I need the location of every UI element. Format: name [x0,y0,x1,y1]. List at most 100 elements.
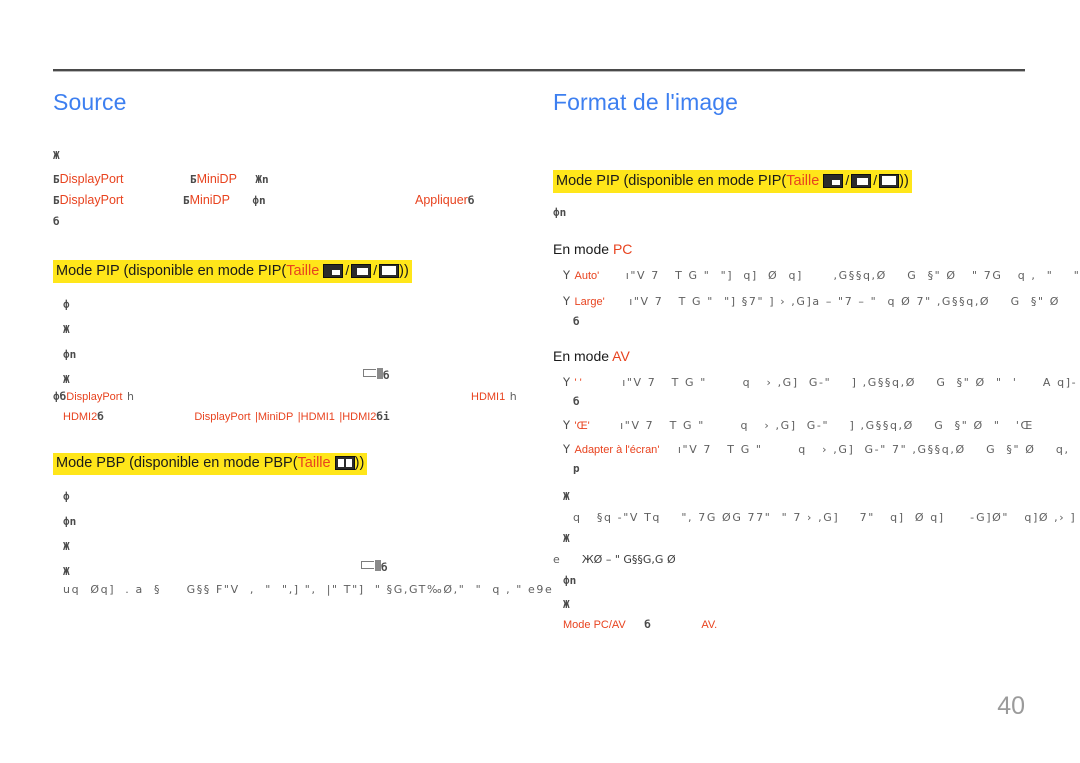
missing-glyph: р [573,462,580,475]
pbp-mode-heading: Mode PBP (disponible en mode PBP(Taille … [53,453,368,475]
pbp-size-icon [334,456,355,470]
mojibake-text: ı"V 7 T G " q › ,G] G-" ] ,G§§q,Ø G §" Ø… [620,419,1034,432]
separator: / [845,172,850,188]
missing-glyph: фn [63,515,77,528]
separator: / [373,262,378,278]
pip-loop-wrap: б [363,366,390,384]
mojibake-text: ı"V 7 T G " "] q] Ø q] ,G§§q,Ø G §" Ø " … [625,269,1080,282]
en-mode-av-heading: En mode AV [553,348,1053,364]
list-bullet: Y [563,294,571,308]
en-mode-pc-heading: En mode PC [553,241,1053,257]
pbp-mojibake-line: uq Øq] . a § G§§ F"V , " ",] ", |" T"] "… [53,580,552,598]
pc-mode-row-auto: Y Auto' ı"V 7 T G " "] q] Ø q] ,G§§q,Ø G… [553,266,1080,284]
list-bullet: Y [563,268,571,282]
pip-source-row: фбDisplayPort h HDMI1 h [53,387,523,405]
pip-bullet-3: фn [53,345,523,363]
term-displayport: DisplayPort [66,391,123,403]
mojibake-prefix: e [553,553,562,566]
page-title-format-image: Format de l'image [553,89,739,115]
av-row1-glyph: б [553,392,1053,410]
source-glyph-line-2: б [53,212,523,230]
mojibake-fragment: h [509,390,519,403]
separator: / [345,262,350,278]
av-row3-glyph: р [553,459,1053,477]
pbp-loop-wrap: б [361,558,388,576]
term-taille: Taille [286,263,320,279]
missing-glyph: Ж [563,532,570,545]
term-suffix: ' [597,270,600,282]
pbp-bullet-3: Ж [53,537,523,555]
mojibake-text: q §q -"V Tq ", 7G ØG 77" " 7 › ,G] 7" q]… [573,511,1077,524]
pip-mode-heading-wrap: Mode PIP (disponible en mode PIP(Taille … [53,260,523,283]
separator: / [873,172,878,188]
missing-glyph: Ж [563,490,570,503]
av-mode-row-1: Y ' ' ı"V 7 T G " q › ,G] G-" ] ,G§§q,Ø … [553,373,1076,391]
note-glyph-4: Ж [553,595,1053,613]
pip-size-medium-icon [851,174,872,188]
pip-bullet-4: Ж б [53,368,523,388]
right-pip-heading-wrap: Mode PIP (disponible en mode PIP(Taille … [553,170,1053,193]
term-av: AV. [701,619,718,631]
note-glyph-2: Ж [553,529,1053,547]
missing-glyph: б [97,410,104,423]
pip-bullet-1: ф [53,295,523,313]
term-mode-pc-av: Mode PC/AV [563,619,626,631]
missing-glyph: б [381,561,388,574]
manual-page: Source Ж БDisplayPort БMiniDP Жn БDispla… [0,0,1080,763]
mojibake-text: uq Øq] . a § G§§ F"V , " ",] ", |" T"] "… [63,583,554,596]
term-hdmi2: HDMI2 [63,411,98,423]
term-large: Large [574,296,603,308]
missing-glyph: б [383,369,390,382]
term-displayport: DisplayPort [59,172,124,186]
left-column: Source Ж БDisplayPort БMiniDP Жn БDispla… [53,88,552,598]
term-hdmi1: HDMI1 [300,411,335,423]
note-glyph-1: Ж [553,487,1053,505]
missing-glyph: фn [63,348,77,361]
missing-glyph: фб [53,390,67,403]
missing-glyph: б [467,194,475,207]
missing-glyph: Ж [63,565,70,578]
missing-glyph: Ж [563,598,570,611]
term-displayport: DisplayPort [59,193,124,207]
mojibake-text: ı"V 7 T G " q › ,G] G-" ] ,G§§q,Ø G §" Ø… [622,376,1080,389]
missing-glyph: ф [63,490,70,503]
loop-arrow-icon [363,368,383,381]
term-displayport: DisplayPort [194,411,251,423]
list-bullet: Y [563,418,571,432]
term-suffix: ' [657,444,660,456]
note-term-row: Mode PC/AV б AV. [553,615,1053,633]
pc-mode-row-large: Y Large' ı"V 7 T G " "] §7" ] › ,G]a – "… [553,292,1058,310]
page-number: 40 [997,692,1025,720]
pip-heading-suffix: )) [399,263,409,279]
list-bullet: Y [563,442,571,456]
missing-glyph: Б [190,173,197,186]
missing-glyph: Жn [255,173,269,186]
pip-bullet-2: Ж [53,320,523,338]
missing-glyph: фn [553,206,567,219]
apply-term-wrap: Appliquerб [415,191,474,209]
pip-heading-suffix: )) [899,173,909,189]
term-hdmi2: HDMI2 [342,411,377,423]
pbp-bullet-2: фn [53,512,523,530]
term-minidp: MiniDP [257,411,294,423]
pip-size-small-icon [323,264,344,278]
term-ratio-2: 'Œ' [574,420,590,432]
pbp-heading-suffix: )) [354,455,365,471]
source-option-row-2: БDisplayPort БMiniDP фn Appliquerб [53,191,523,209]
en-mode-label: En mode [553,348,613,364]
term-av: AV [612,348,630,364]
pip-size-large-icon [879,174,900,188]
list-bullet: Y [563,375,571,389]
pbp-heading-prefix: Mode PBP (disponible en mode PBP( [56,455,298,471]
page-title-source: Source [53,89,127,115]
term-pc: PC [612,241,633,257]
missing-glyph: б [573,315,580,328]
source-option-row-1: БDisplayPort БMiniDP Жn [53,170,523,188]
term-minidp: MiniDP [196,172,237,186]
pip-source-row-2: HDMI2б DisplayPort |MiniDP |HDMI1 |HDMI2… [53,407,523,425]
pc-mode-trailing-glyph: б [553,312,1053,330]
term-suffix: ' [602,296,605,308]
term-adapter-ecran: Adapter à l'écran [574,444,658,456]
missing-glyph: б [644,618,651,631]
av-mode-row-3: Y Adapter à l'écran' ı"V 7 T G " q › ,G]… [553,440,1068,458]
